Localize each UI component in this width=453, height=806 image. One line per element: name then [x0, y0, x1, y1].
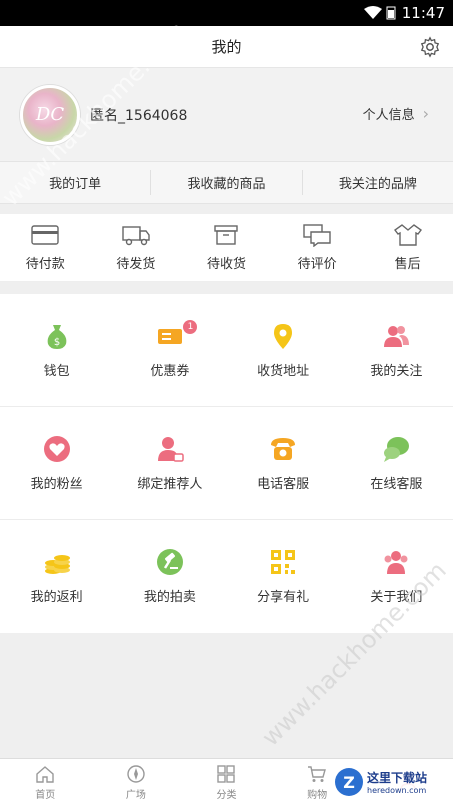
grid-item-following[interactable]: 我的关注 — [340, 294, 453, 406]
gavel-icon — [156, 549, 183, 575]
order-after-sales[interactable]: 售后 — [362, 214, 453, 281]
grid-item-wallet[interactable]: $ 钱包 — [0, 294, 113, 406]
grid-row: $ 钱包 1 优惠券 收货地址 我的关注 — [0, 294, 453, 407]
grid-item-phone-service[interactable]: 电话客服 — [227, 407, 340, 519]
grid-item-rebate[interactable]: 我的返利 — [0, 520, 113, 633]
cart-icon — [308, 766, 327, 782]
signal-icons — [363, 6, 396, 20]
grid-item-share[interactable]: 分享有礼 — [227, 520, 340, 633]
feature-grid: $ 钱包 1 优惠券 收货地址 我的关注 我的粉丝 绑定推荐人 电话客服 在线客… — [0, 294, 453, 633]
quick-tabs: 我的订单 我收藏的商品 我关注的品牌 — [0, 162, 453, 204]
order-status-bar: 待付款 待发货 待收货 待评价 售后 — [0, 214, 453, 282]
status-time: 11:47 — [401, 4, 445, 22]
grid-item-about[interactable]: 关于我们 — [340, 520, 453, 633]
page-header: 我的 — [0, 26, 453, 68]
tab-my-orders[interactable]: 我的订单 — [0, 162, 150, 203]
coupon-icon — [157, 328, 182, 344]
chat-icon — [384, 436, 410, 462]
box-icon — [214, 225, 239, 245]
group-icon — [384, 551, 408, 574]
watermark-logo: Z 这里下载站 heredown.com — [331, 762, 451, 802]
order-pending-payment[interactable]: 待付款 — [0, 214, 91, 281]
tab-favorites[interactable]: 我收藏的商品 — [150, 170, 301, 195]
avatar[interactable]: DC — [20, 84, 80, 145]
wifi-icon — [363, 6, 382, 19]
phone-icon — [271, 437, 296, 460]
home-icon — [36, 766, 54, 783]
battery-icon — [386, 6, 396, 20]
tab-brands[interactable]: 我关注的品牌 — [301, 170, 453, 195]
grid-row: 我的返利 我的拍卖 分享有礼 关于我们 — [0, 520, 453, 633]
order-pending-review[interactable]: 待评价 — [272, 214, 363, 281]
gear-icon[interactable] — [419, 36, 441, 58]
chevron-right-icon: › — [422, 104, 429, 123]
grid-item-fans[interactable]: 我的粉丝 — [0, 407, 113, 519]
profile-info-link[interactable]: 个人信息 › — [363, 104, 429, 123]
truck-icon — [122, 226, 150, 246]
svg-text:$: $ — [53, 337, 59, 348]
grid-item-address[interactable]: 收货地址 — [227, 294, 340, 406]
page-title: 我的 — [211, 38, 242, 56]
status-bar: 11:47 — [0, 0, 453, 26]
nav-home[interactable]: 首页 — [0, 759, 91, 806]
order-pending-receive[interactable]: 待收货 — [181, 214, 272, 281]
grid-item-coupon[interactable]: 1 优惠券 — [113, 294, 226, 406]
nav-category[interactable]: 分类 — [181, 759, 272, 806]
compass-icon — [127, 765, 145, 783]
comment-icon — [303, 224, 331, 247]
people-icon — [384, 325, 410, 347]
qr-code-icon — [271, 550, 296, 574]
grid-row: 我的粉丝 绑定推荐人 电话客服 在线客服 — [0, 407, 453, 520]
grid-item-referrer[interactable]: 绑定推荐人 — [113, 407, 226, 519]
user-link-icon — [157, 436, 184, 462]
username: 匿名_1564068 — [90, 107, 188, 124]
shirt-icon — [393, 224, 422, 246]
grid-item-online-service[interactable]: 在线客服 — [340, 407, 453, 519]
profile-section[interactable]: DC 匿名_1564068 个人信息 › — [0, 68, 453, 162]
grid-icon — [217, 765, 236, 783]
grid-item-auction[interactable]: 我的拍卖 — [113, 520, 226, 633]
card-icon — [31, 225, 59, 245]
logo-z-icon: Z — [335, 768, 363, 796]
heart-icon — [43, 435, 70, 462]
coins-icon — [44, 555, 70, 574]
order-pending-ship[interactable]: 待发货 — [91, 214, 182, 281]
coupon-badge: 1 — [183, 320, 198, 334]
nav-plaza[interactable]: 广场 — [91, 759, 182, 806]
location-pin-icon — [274, 323, 293, 349]
money-bag-icon: $ — [47, 324, 66, 349]
